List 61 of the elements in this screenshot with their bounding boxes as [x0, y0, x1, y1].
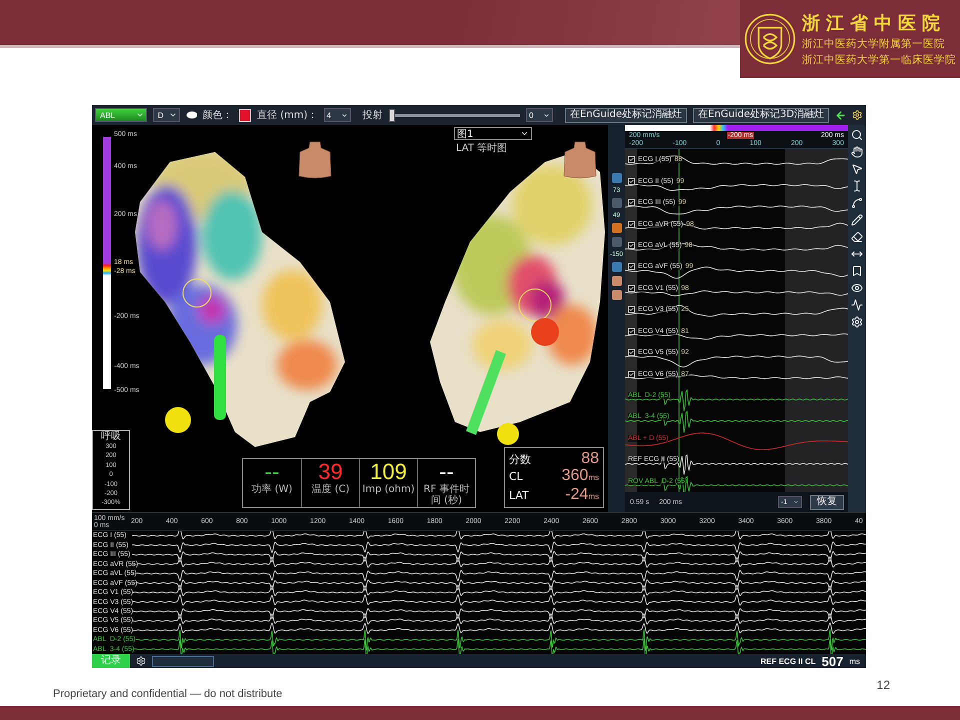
cycle-length-value: 507 — [822, 654, 844, 668]
checkbox[interactable] — [628, 263, 635, 270]
readout-label: RF 事件时间 (秒) — [422, 484, 470, 506]
hospital-name: 浙江省中医院 — [802, 12, 947, 35]
projection-label: 投射 — [362, 108, 383, 122]
hand-icon[interactable] — [851, 146, 863, 158]
slider-thumb[interactable] — [388, 108, 395, 122]
point-info-value: 88 — [581, 450, 599, 467]
text-cursor-icon[interactable] — [851, 180, 863, 192]
checkbox[interactable] — [628, 156, 635, 164]
point-info-label: LAT — [509, 489, 529, 502]
map-select[interactable]: 图1 — [454, 127, 532, 140]
cycle-length-unit: ms — [849, 656, 861, 666]
pointer-icon[interactable] — [851, 163, 863, 175]
point-info-label: CL — [509, 470, 523, 483]
caret-icon — [340, 112, 348, 118]
caret-icon — [793, 499, 799, 505]
caret-icon — [169, 111, 178, 119]
caret-icon — [520, 129, 529, 138]
input-field[interactable] — [152, 656, 214, 666]
curve-icon[interactable] — [851, 197, 863, 209]
hospital-subtitle: 浙江中医药大学第一临床医学院 — [802, 53, 956, 67]
cycle-length-label: REF ECG II CL — [760, 656, 816, 666]
readout-label: Imp (ohm) — [362, 484, 415, 495]
diameter-label: 直径 (mm)： — [257, 108, 318, 122]
readout-value: 39 — [318, 460, 343, 484]
point-info-value: -24ms — [565, 486, 599, 505]
diameter-spinner[interactable]: 4 — [324, 108, 351, 122]
eraser-icon[interactable] — [851, 231, 863, 243]
projection-spinner[interactable]: 0 — [526, 108, 553, 122]
gauge-title: 呼吸 — [101, 431, 121, 442]
color-swatch[interactable] — [238, 108, 252, 122]
caret-icon — [542, 112, 550, 118]
eye-icon[interactable] — [851, 282, 863, 294]
point-info-label: 分数 — [509, 452, 531, 467]
mark-lesion-button[interactable]: 在EnGuide处标记3D消融灶 — [693, 108, 830, 122]
readout-value: -- — [439, 460, 454, 484]
color-label: 颜色： — [202, 108, 233, 122]
readout-label: 功率 (W) — [252, 484, 292, 495]
checkbox[interactable] — [628, 199, 635, 206]
arrow-left-icon[interactable] — [835, 108, 846, 122]
mark-lesion-button[interactable]: 在EnGuide处标记消融灶 — [564, 108, 687, 122]
checkbox[interactable] — [628, 306, 635, 314]
caret-icon — [136, 111, 144, 119]
restore-button[interactable]: 恢复 — [810, 494, 844, 510]
settings-icon[interactable] — [136, 656, 146, 666]
readout-value: -- — [264, 460, 280, 484]
hospital-subtitle: 浙江中医药大学附属第一医院 — [802, 37, 946, 51]
checkbox[interactable] — [628, 349, 635, 356]
point-info-value: 360ms — [562, 467, 599, 486]
readout-label: 温度 (C) — [312, 484, 350, 495]
page-number: 12 — [876, 678, 890, 694]
marker-icon[interactable] — [851, 265, 863, 277]
waveform-icon[interactable] — [851, 299, 863, 311]
pencil-icon[interactable] — [851, 214, 863, 226]
map-type-label: LAT 等时图 — [455, 142, 508, 155]
electrode-dropdown[interactable]: D — [152, 108, 180, 122]
readout-value: 109 — [370, 460, 407, 484]
confidentiality-note: Proprietary and confidential — do not distribute — [53, 688, 282, 700]
settings-icon[interactable] — [852, 109, 863, 121]
search-icon[interactable] — [851, 129, 863, 141]
